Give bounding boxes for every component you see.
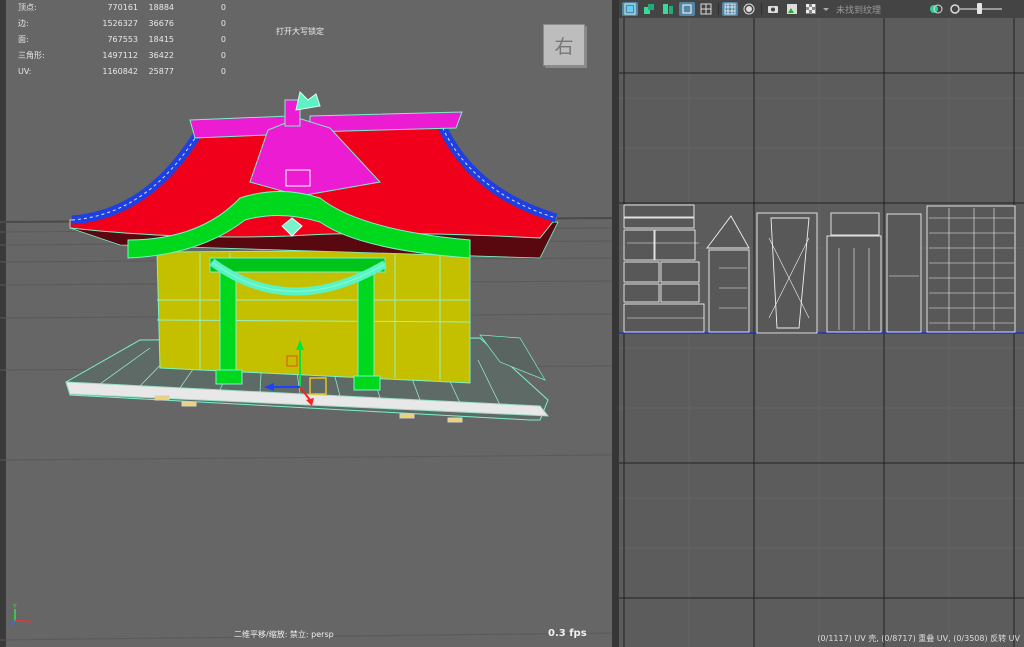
stat-value: 1160842 [102,67,138,76]
toolbar-separator [761,3,762,15]
stat-label: 三角形: [18,51,45,60]
panel-splitter[interactable] [612,0,619,647]
stat-value: 0 [220,67,226,76]
uv-grid-canvas[interactable] [619,18,1024,647]
stat-label: 顶点: [18,3,37,12]
stat-value: 770161 [107,3,138,12]
stat-label: UV: [18,67,32,76]
uv-move-icon[interactable] [641,2,657,16]
scene-3d[interactable] [0,0,612,647]
viewcube-face-label: 右 [554,35,574,58]
stat-value: 18415 [148,35,174,44]
stat-value: 0 [220,51,226,60]
stat-label: 面: [18,35,29,44]
display-image-icon[interactable] [784,2,800,16]
stat-value: 0 [220,19,226,28]
stat-value: 767553 [107,35,138,44]
stat-value: 36422 [148,51,174,60]
stat-value: 1497112 [102,51,138,60]
axis-y-label: Y [12,603,17,610]
stat-value: 0 [220,3,226,12]
stat-value: 18884 [148,3,174,12]
exposure-slider-handle[interactable] [977,3,982,14]
perspective-viewport[interactable]: 顶点: 770161 18884 0 边: 1526327 36676 0 面:… [0,0,612,647]
fps-readout: 0.3 fps [548,628,587,639]
axis-x-label: X [28,619,32,626]
axis-icon: Y X [10,603,32,626]
caps-lock-notice: 打开大写锁定 [276,27,324,36]
stat-value: 25877 [148,67,174,76]
dropdown-arrow-icon[interactable] [822,2,830,16]
uv-isolate-icon[interactable] [679,2,695,16]
uv-shell-icon[interactable] [622,2,638,16]
stat-value: 1526327 [102,19,138,28]
uv-flip-icon[interactable] [660,2,676,16]
axis-indicator: Y X [10,603,36,631]
texture-selector[interactable]: 未找到纹理 [836,3,916,16]
snapshot-icon[interactable] [765,2,781,16]
viewcube[interactable]: 右 [543,24,585,66]
checker-map-icon[interactable] [803,2,819,16]
uv-status-readout: (0/1117) UV 壳, (0/8717) 重叠 UV, (0/3508) … [817,634,1020,643]
stat-label: 边: [18,19,29,28]
exposure-icon[interactable] [928,2,944,16]
uv-editor-panel[interactable]: 未找到纹理 (0/1117) UV 壳, (0/8717) 重叠 UV, (0/… [619,0,1024,647]
checker-grid-icon[interactable] [722,2,738,16]
toolbar-separator [718,3,719,15]
pixel-snap-icon[interactable] [741,2,757,16]
stat-value: 0 [220,35,226,44]
grid-toggle-icon[interactable] [698,2,714,16]
camera-label: 二维平移/缩放: 禁立: persp [234,630,334,639]
stat-value: 36676 [148,19,174,28]
